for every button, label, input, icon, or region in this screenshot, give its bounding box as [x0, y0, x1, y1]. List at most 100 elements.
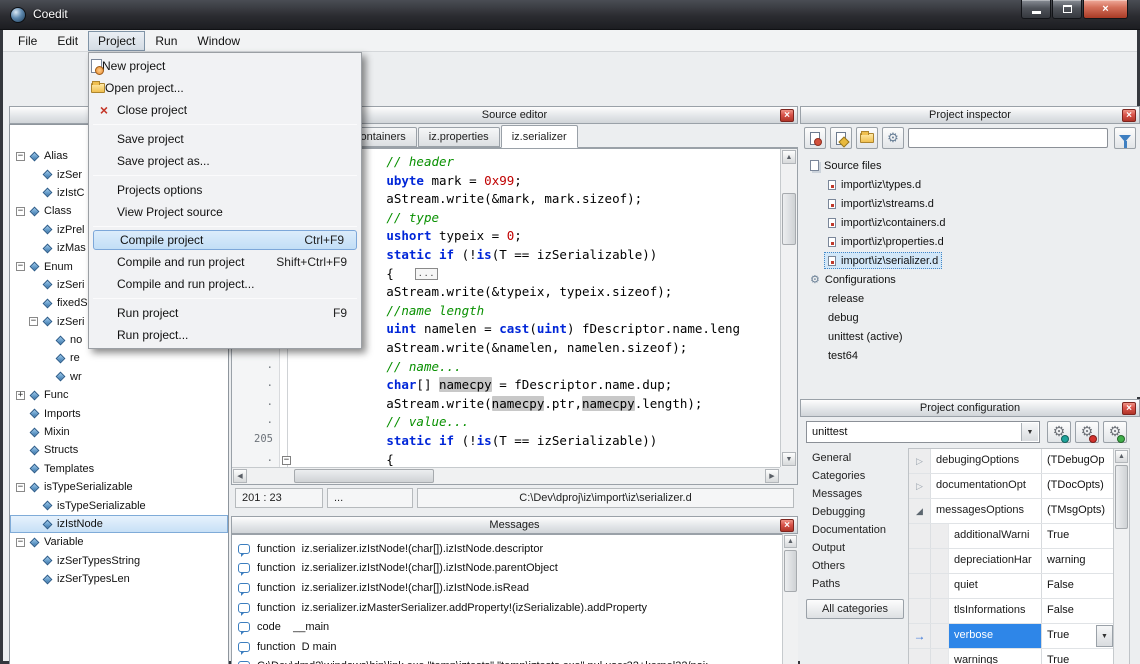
inspector-test64[interactable]: test64	[800, 346, 1140, 365]
menu-item-view-project-source[interactable]: View Project source	[91, 201, 359, 223]
maximize-button[interactable]	[1052, 0, 1082, 19]
menu-item-save-project-as[interactable]: Save project as...	[91, 150, 359, 172]
menu-file[interactable]: File	[8, 31, 47, 51]
inspector-import-iz-properties-d[interactable]: import\iz\properties.d	[800, 232, 1140, 251]
all-categories-button[interactable]: All categories	[806, 599, 904, 619]
symbol-istypeserializable[interactable]: −isTypeSerializable	[10, 478, 228, 496]
titlebar[interactable]: Coedit	[0, 0, 1140, 30]
menu-item-save-project[interactable]: Save project	[91, 128, 359, 150]
symbol-func[interactable]: +Func	[10, 386, 228, 404]
inspector-source-files[interactable]: Source files	[800, 156, 1140, 175]
symbol-re[interactable]: re	[10, 349, 228, 367]
editor-vertical-scrollbar[interactable]	[780, 149, 797, 467]
category-list[interactable]: GeneralCategoriesMessagesDebuggingDocume…	[806, 449, 904, 593]
inspector-debug[interactable]: debug	[800, 308, 1140, 327]
category-categories[interactable]: Categories	[806, 467, 904, 485]
inspector-release[interactable]: release	[800, 289, 1140, 308]
inspector-import-iz-serializer-d[interactable]: import\iz\serializer.d	[800, 251, 1140, 270]
vertical-scrollbar-thumb[interactable]	[782, 193, 796, 245]
message-row[interactable]: function iz.serializer.izIstNode!(char[]…	[232, 559, 797, 579]
config-sync-button[interactable]	[1047, 421, 1071, 443]
menu-item-run-project[interactable]: Run projectF9	[91, 302, 359, 324]
inspector-tree[interactable]: Source filesimport\iz\types.dimport\iz\s…	[800, 152, 1140, 397]
collapse-icon[interactable]: −	[16, 152, 25, 161]
close-inspector-panel-button[interactable]	[1122, 109, 1136, 122]
close-configuration-panel-button[interactable]	[1122, 402, 1136, 415]
scroll-right-button[interactable]	[765, 469, 779, 483]
symbol-imports[interactable]: Imports	[10, 404, 228, 422]
symbol-templates[interactable]: Templates	[10, 460, 228, 478]
collapse-icon[interactable]: −	[29, 317, 38, 326]
collapse-icon[interactable]: −	[16, 207, 25, 216]
property-row-verbose[interactable]: →verboseTrue	[909, 624, 1129, 649]
property-row-depreciationhar[interactable]: depreciationHarwarning	[909, 549, 1129, 574]
close-messages-panel-button[interactable]	[780, 519, 794, 532]
menu-project[interactable]: Project	[88, 31, 145, 51]
close-editor-panel-button[interactable]	[780, 109, 794, 122]
category-others[interactable]: Others	[806, 557, 904, 575]
category-documentation[interactable]: Documentation	[806, 521, 904, 539]
inspector-filter-input[interactable]	[908, 128, 1108, 148]
menu-window[interactable]: Window	[187, 31, 250, 51]
config-add-button[interactable]	[1103, 421, 1127, 443]
symbol-variable[interactable]: −Variable	[10, 533, 228, 551]
inspector-import-iz-containers-d[interactable]: import\iz\containers.d	[800, 213, 1140, 232]
expand-icon[interactable]: ▷	[916, 456, 923, 467]
message-row[interactable]: function D main	[232, 637, 797, 657]
menu-item-close-project[interactable]: Close project	[91, 99, 359, 121]
value-dropdown-button[interactable]	[1096, 625, 1113, 647]
menu-item-compile-and-run-project[interactable]: Compile and run project...	[91, 273, 359, 295]
new-source-button[interactable]	[804, 127, 826, 149]
scroll-left-button[interactable]	[233, 469, 247, 483]
close-button[interactable]	[1083, 0, 1128, 19]
property-row-tlsinformations[interactable]: tlsInformationsFalse	[909, 599, 1129, 624]
message-row[interactable]: function iz.serializer.izIstNode!(char[]…	[232, 539, 797, 559]
collapse-icon[interactable]: −	[16, 538, 25, 547]
menu-item-open-project[interactable]: Open project...	[91, 77, 359, 99]
editor-horizontal-scrollbar[interactable]	[232, 467, 780, 484]
configuration-select[interactable]: unittest	[806, 421, 1040, 443]
messages-scrollbar[interactable]	[782, 534, 798, 664]
open-folder-button[interactable]	[856, 127, 878, 149]
scroll-down-button[interactable]	[782, 452, 796, 466]
property-row-debugingoptions[interactable]: ▷debugingOptions(TDebugOp	[909, 449, 1129, 474]
code-area[interactable]: // header ubyte mark = 0x99; aStream.wri…	[294, 149, 780, 467]
symbol-izsertypeslen[interactable]: izSerTypesLen	[10, 570, 228, 588]
symbol-izistnode[interactable]: izIstNode	[10, 515, 228, 533]
project-settings-button[interactable]	[882, 127, 904, 149]
menu-item-new-project[interactable]: New project	[91, 55, 359, 77]
scroll-up-button[interactable]	[782, 150, 796, 164]
tab-iz-serializer[interactable]: iz.serializer	[501, 125, 578, 148]
property-row-quiet[interactable]: quietFalse	[909, 574, 1129, 599]
menu-item-run-project[interactable]: Run project...	[91, 324, 359, 346]
collapse-icon[interactable]: −	[16, 483, 25, 492]
scrollbar-thumb[interactable]	[784, 550, 797, 592]
menu-run[interactable]: Run	[145, 31, 187, 51]
message-row[interactable]: code __main	[232, 617, 797, 637]
add-source-button[interactable]	[830, 127, 852, 149]
collapse-icon[interactable]: −	[16, 262, 25, 271]
expand-icon[interactable]: +	[16, 391, 25, 400]
menu-edit[interactable]: Edit	[47, 31, 88, 51]
message-row[interactable]: function iz.serializer.izMasterSerialize…	[232, 598, 797, 618]
scroll-up-button[interactable]	[784, 535, 797, 548]
symbol-wr[interactable]: wr	[10, 368, 228, 386]
menu-item-compile-project[interactable]: Compile projectCtrl+F9	[93, 230, 357, 250]
symbol-mixin[interactable]: Mixin	[10, 423, 228, 441]
minimize-button[interactable]	[1021, 0, 1051, 19]
property-row-messagesoptions[interactable]: ◢messagesOptions(TMsgOpts)	[909, 499, 1129, 524]
dropdown-icon[interactable]	[1021, 423, 1038, 441]
inspector-import-iz-streams-d[interactable]: import\iz\streams.d	[800, 194, 1140, 213]
category-debugging[interactable]: Debugging	[806, 503, 904, 521]
category-paths[interactable]: Paths	[806, 575, 904, 593]
messages-list[interactable]: function iz.serializer.izIstNode!(char[]…	[231, 534, 798, 664]
tab-iz-properties[interactable]: iz.properties	[418, 127, 500, 147]
symbol-izsertypesstring[interactable]: izSerTypesString	[10, 552, 228, 570]
horizontal-scrollbar-thumb[interactable]	[294, 469, 434, 483]
expand-icon[interactable]: ▷	[916, 481, 923, 492]
property-row-documentationopt[interactable]: ▷documentationOpt(TDocOpts)	[909, 474, 1129, 499]
symbol-istypeserializable[interactable]: isTypeSerializable	[10, 496, 228, 514]
inspector-configurations[interactable]: Configurations	[800, 270, 1140, 289]
symbol-structs[interactable]: Structs	[10, 441, 228, 459]
inspector-import-iz-types-d[interactable]: import\iz\types.d	[800, 175, 1140, 194]
